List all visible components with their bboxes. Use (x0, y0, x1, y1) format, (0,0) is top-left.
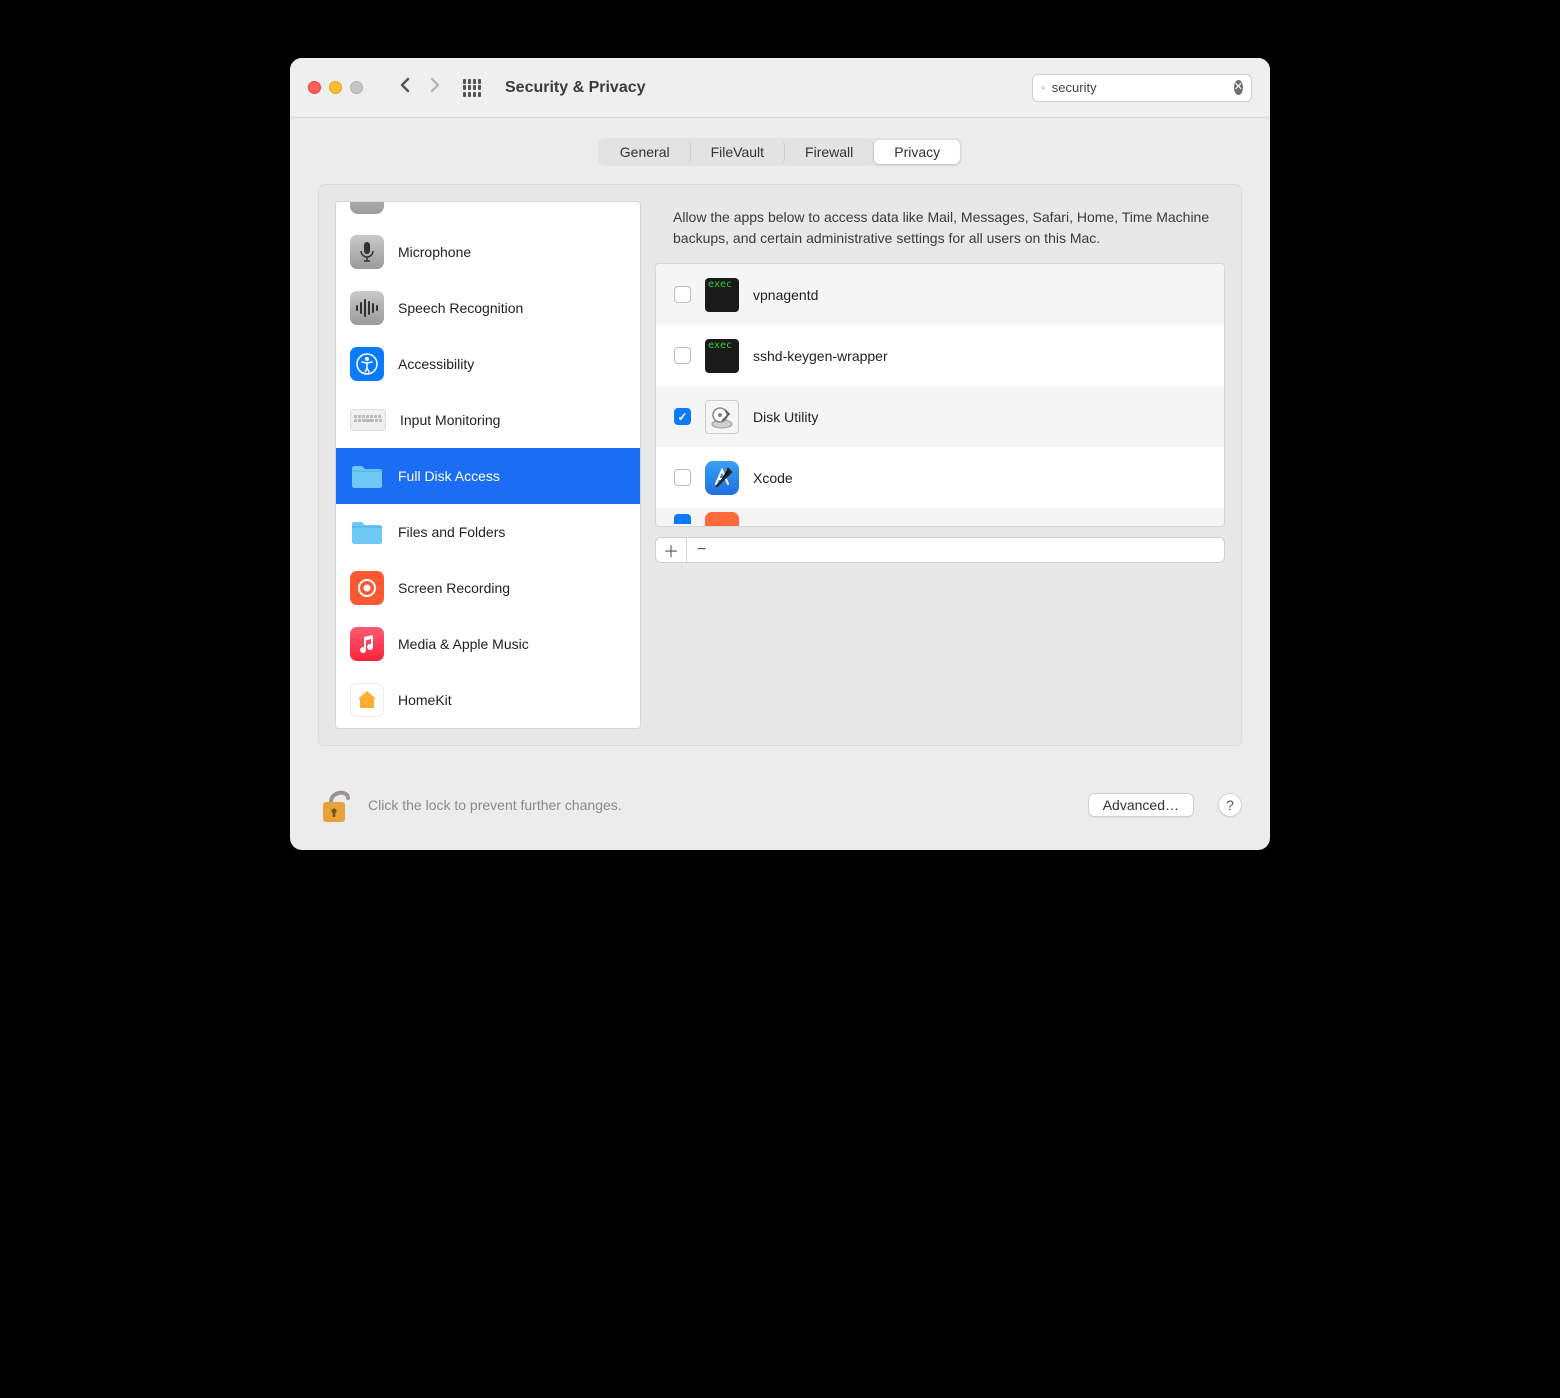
sidebar-item-full-disk-access[interactable]: Full Disk Access (336, 448, 640, 504)
advanced-button[interactable]: Advanced… (1088, 793, 1194, 817)
back-button[interactable] (399, 77, 410, 98)
app-checkbox[interactable] (674, 408, 691, 425)
tab-firewall[interactable]: Firewall (785, 140, 874, 164)
app-name: sshd-keygen-wrapper (753, 348, 888, 364)
minimize-window-button[interactable] (329, 81, 342, 94)
terminal-icon: exec (705, 278, 739, 312)
sidebar-item-label: Speech Recognition (398, 300, 523, 316)
sidebar-item-microphone[interactable]: Microphone (336, 224, 640, 280)
app-name: Disk Utility (753, 409, 818, 425)
app-checkbox[interactable] (674, 514, 691, 524)
window-title: Security & Privacy (505, 79, 1018, 97)
sidebar-item-accessibility[interactable]: Accessibility (336, 336, 640, 392)
privacy-panel: Microphone Speech Recognition Accessibil… (318, 184, 1242, 746)
sidebar-item-label: Media & Apple Music (398, 636, 529, 652)
sidebar-item-label: HomeKit (398, 692, 452, 708)
sidebar-item-label: Screen Recording (398, 580, 510, 596)
app-row[interactable]: exec sshd-keygen-wrapper (656, 325, 1224, 386)
music-icon (350, 627, 384, 661)
sidebar-item-partial[interactable] (336, 202, 640, 224)
accessibility-icon (350, 347, 384, 381)
privacy-category-list[interactable]: Microphone Speech Recognition Accessibil… (335, 201, 641, 729)
sidebar-item-label: Microphone (398, 244, 471, 260)
terminal-icon: exec (705, 339, 739, 373)
sidebar-item-label: Input Monitoring (400, 412, 500, 428)
app-row[interactable]: exec vpnagentd (656, 264, 1224, 325)
zoom-window-button[interactable] (350, 81, 363, 94)
generic-icon (350, 201, 384, 214)
search-field[interactable]: ✕ (1032, 74, 1252, 102)
clear-search-icon[interactable]: ✕ (1234, 80, 1243, 95)
app-checkbox[interactable] (674, 347, 691, 364)
keyboard-icon (350, 409, 386, 431)
app-name: Xcode (753, 470, 793, 486)
description-text: Allow the apps below to access data like… (655, 201, 1225, 263)
sidebar-item-label: Full Disk Access (398, 468, 500, 484)
app-row[interactable]: Disk Utility (656, 386, 1224, 447)
search-icon (1041, 81, 1046, 95)
nav-arrows (399, 77, 441, 98)
app-list[interactable]: exec vpnagentd exec sshd-keygen-wrapper … (655, 263, 1225, 527)
remove-button[interactable]: − (686, 538, 716, 562)
sidebar-item-input-monitoring[interactable]: Input Monitoring (336, 392, 640, 448)
app-row[interactable] (656, 508, 1224, 526)
sidebar-item-homekit[interactable]: HomeKit (336, 672, 640, 728)
app-checkbox[interactable] (674, 469, 691, 486)
folder-icon (350, 459, 384, 493)
traffic-lights (308, 81, 363, 94)
toolbar: Security & Privacy ✕ (290, 58, 1270, 118)
tab-privacy[interactable]: Privacy (874, 140, 960, 164)
sidebar-item-speech-recognition[interactable]: Speech Recognition (336, 280, 640, 336)
sidebar-item-screen-recording[interactable]: Screen Recording (336, 560, 640, 616)
xcode-icon (705, 461, 739, 495)
segmented-control: General FileVault Firewall Privacy (598, 138, 962, 166)
close-window-button[interactable] (308, 81, 321, 94)
sidebar-item-media-apple-music[interactable]: Media & Apple Music (336, 616, 640, 672)
sidebar-item-label: Files and Folders (398, 524, 505, 540)
body: General FileVault Firewall Privacy Micro… (290, 118, 1270, 766)
footer: Click the lock to prevent further change… (290, 766, 1270, 850)
lock-text: Click the lock to prevent further change… (368, 797, 1074, 813)
help-button[interactable]: ? (1218, 793, 1242, 817)
list-controls: ＋ − (655, 537, 1225, 563)
disk-utility-icon (705, 400, 739, 434)
sidebar-item-files-and-folders[interactable]: Files and Folders (336, 504, 640, 560)
app-row[interactable]: Xcode (656, 447, 1224, 508)
right-pane: Allow the apps below to access data like… (655, 201, 1225, 729)
tab-general[interactable]: General (600, 140, 691, 164)
add-button[interactable]: ＋ (656, 538, 686, 562)
waveform-icon (350, 291, 384, 325)
search-input[interactable] (1052, 80, 1228, 95)
show-all-icon[interactable] (463, 79, 481, 97)
app-name: vpnagentd (753, 287, 818, 303)
tab-bar: General FileVault Firewall Privacy (318, 138, 1242, 166)
microphone-icon (350, 235, 384, 269)
lock-icon[interactable] (318, 784, 354, 826)
preferences-window: Security & Privacy ✕ General FileVault F… (290, 58, 1270, 850)
folder-icon (350, 515, 384, 549)
app-checkbox[interactable] (674, 286, 691, 303)
forward-button (430, 77, 441, 98)
sidebar-item-label: Accessibility (398, 356, 474, 372)
tab-filevault[interactable]: FileVault (691, 140, 785, 164)
app-icon-partial (705, 512, 739, 526)
record-icon (350, 571, 384, 605)
home-icon (350, 683, 384, 717)
